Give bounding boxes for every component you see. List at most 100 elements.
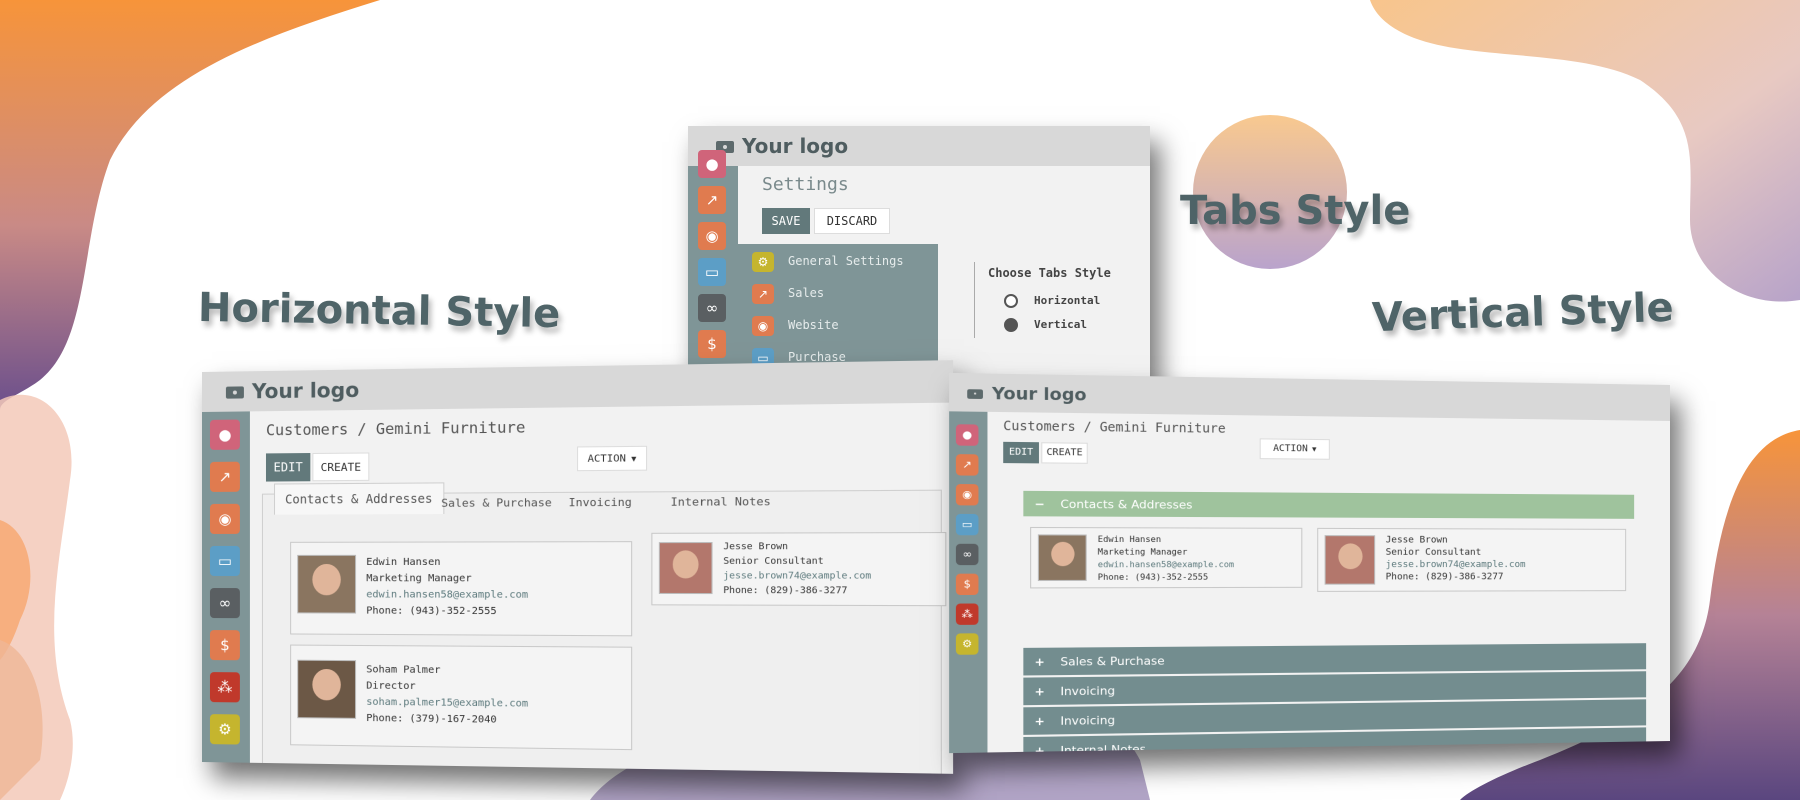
- logo-text: Your logo: [251, 377, 360, 404]
- apps-icon[interactable]: ⁂: [955, 603, 979, 625]
- tabs-style-box: [974, 262, 975, 338]
- topbar: Your logo: [688, 126, 1150, 166]
- action-label: ACTION: [587, 452, 626, 465]
- accordion-label: Contacts & Addresses: [1060, 496, 1193, 512]
- contact-name: Jesse Brown: [723, 541, 789, 553]
- radio-unselected[interactable]: [1004, 294, 1018, 308]
- create-button[interactable]: CREATE: [1041, 442, 1088, 464]
- contact-photo: [297, 554, 357, 614]
- camera-icon: [225, 384, 244, 399]
- chart-icon[interactable]: ↗: [955, 454, 979, 476]
- contact-phone: Phone: (943)-352-2555: [366, 605, 497, 618]
- contact-photo: [1037, 534, 1087, 582]
- invoice-icon[interactable]: $: [698, 330, 726, 358]
- action-dropdown[interactable]: ACTION ▼: [577, 445, 648, 472]
- create-button[interactable]: CREATE: [312, 452, 370, 482]
- invoice-icon[interactable]: $: [209, 630, 240, 661]
- expand-icon: +: [1034, 743, 1045, 754]
- page-title: Settings: [762, 174, 849, 195]
- apps-icon[interactable]: ⁂: [209, 672, 240, 703]
- card-icon[interactable]: ▭: [698, 258, 726, 286]
- vertical-style-panel: Your logo ● ↗ ◉ ▭ ∞ $ ⁂ ⚙ Customers / Gemini Fu…: [949, 372, 1670, 754]
- breadcrumb: Customers / Gemini Furniture: [265, 418, 526, 440]
- contact-name: Soham Palmer: [366, 664, 441, 677]
- horizontal-style-heading: Horizontal Style: [197, 284, 561, 338]
- chat-icon[interactable]: ●: [698, 150, 726, 178]
- tab-internal-notes[interactable]: Internal Notes: [671, 495, 771, 509]
- horizontal-style-panel: Your logo ● ↗ ◉ ▭ ∞ $ ⁂ ⚙ Customers / Gemini Fu…: [202, 360, 954, 774]
- contact-card[interactable]: Edwin Hansen Marketing Manager edwin.hanse…: [290, 541, 633, 637]
- contact-phone: Phone: (829)-386-3277: [1385, 572, 1504, 583]
- tab-contacts-addresses[interactable]: Contacts & Addresses: [274, 482, 444, 515]
- breadcrumb: Customers / Gemini Furniture: [1003, 418, 1226, 436]
- settings-menu-item[interactable]: Website: [788, 318, 839, 332]
- settings-menu-item[interactable]: Sales: [788, 286, 824, 300]
- accordion-label: Sales & Purchase: [1060, 653, 1165, 669]
- invoice-icon[interactable]: $: [955, 573, 979, 596]
- topbar: Your logo: [949, 372, 1670, 421]
- accordion-label: Invoicing: [1060, 712, 1116, 728]
- chart-icon[interactable]: ↗: [698, 186, 726, 214]
- link-icon[interactable]: ∞: [698, 294, 726, 322]
- camera-icon: [967, 387, 983, 399]
- action-dropdown[interactable]: ACTION ▼: [1259, 438, 1330, 460]
- chart-icon[interactable]: ↗: [209, 461, 240, 492]
- contact-title: Director: [366, 680, 416, 693]
- gear-icon: ⚙: [752, 252, 774, 272]
- caret-down-icon: ▼: [631, 453, 637, 464]
- vertical-style-heading: Vertical Style: [1371, 284, 1675, 342]
- discard-button[interactable]: DISCARD: [814, 208, 890, 234]
- contact-photo: [658, 542, 713, 595]
- logo-text: Your logo: [742, 134, 849, 158]
- collapse-icon: −: [1034, 496, 1045, 511]
- action-label: ACTION: [1273, 443, 1308, 455]
- contact-name: Jesse Brown: [1385, 535, 1448, 546]
- face-shape: [1337, 543, 1363, 570]
- contact-card[interactable]: Jesse Brown Senior Consultant jesse.brown7…: [651, 532, 947, 607]
- tab-sales-purchase[interactable]: Sales & Purchase: [441, 496, 551, 510]
- expand-icon: +: [1034, 713, 1045, 728]
- globe-icon[interactable]: ◉: [955, 484, 979, 506]
- card-icon[interactable]: ▭: [209, 545, 240, 577]
- contact-phone: Phone: (829)-386-3277: [723, 585, 848, 597]
- tab-invoicing[interactable]: Invoicing: [569, 496, 632, 510]
- tabs-style-heading: Tabs Style: [1180, 188, 1411, 234]
- contact-phone: Phone: (943)-352-2555: [1097, 572, 1209, 582]
- expand-icon: +: [1034, 684, 1045, 699]
- globe-icon[interactable]: ◉: [209, 503, 240, 534]
- globe-icon: ◉: [752, 316, 774, 336]
- contact-email[interactable]: edwin.hansen58@example.com: [1098, 560, 1234, 569]
- save-button[interactable]: SAVE: [762, 208, 810, 234]
- contact-email[interactable]: soham.palmer15@example.com: [366, 697, 528, 710]
- face-shape: [312, 669, 341, 701]
- edit-button[interactable]: EDIT: [1003, 441, 1039, 464]
- contact-name: Edwin Hansen: [1097, 534, 1162, 545]
- gear-icon[interactable]: ⚙: [209, 714, 240, 745]
- contact-title: Marketing Manager: [366, 573, 472, 585]
- contact-name: Edwin Hansen: [366, 556, 441, 569]
- chat-icon[interactable]: ●: [955, 424, 979, 446]
- edit-button[interactable]: EDIT: [265, 453, 311, 482]
- chat-icon[interactable]: ●: [209, 419, 240, 450]
- gear-icon[interactable]: ⚙: [955, 633, 979, 655]
- contact-email[interactable]: edwin.hansen58@example.com: [366, 589, 528, 601]
- radio-selected[interactable]: [1004, 318, 1018, 332]
- face-shape: [672, 550, 699, 579]
- contact-phone: Phone: (379)-167-2040: [366, 712, 497, 726]
- contact-email[interactable]: jesse.brown74@example.com: [723, 571, 871, 582]
- chart-icon: ↗: [752, 284, 774, 304]
- globe-icon[interactable]: ◉: [698, 222, 726, 250]
- settings-menu-item[interactable]: General Settings: [788, 254, 904, 268]
- accordion-section[interactable]: + Sales & Purchase: [1023, 643, 1647, 676]
- contact-card[interactable]: Jesse Brown Senior Consultant jesse.brown7…: [1317, 527, 1627, 592]
- accordion-label: Internal Notes: [1060, 741, 1146, 754]
- contact-card[interactable]: Soham Palmer Director soham.palmer15@examp…: [290, 644, 633, 751]
- contact-card[interactable]: Edwin Hansen Marketing Manager edwin.hanse…: [1030, 526, 1303, 589]
- card-icon[interactable]: ▭: [955, 513, 979, 536]
- link-icon[interactable]: ∞: [209, 588, 240, 619]
- caret-down-icon: ▼: [1312, 445, 1317, 454]
- contact-email[interactable]: jesse.brown74@example.com: [1386, 560, 1526, 570]
- contact-title: Marketing Manager: [1097, 547, 1188, 557]
- link-icon[interactable]: ∞: [955, 543, 979, 566]
- accordion-section[interactable]: − Contacts & Addresses: [1023, 490, 1635, 519]
